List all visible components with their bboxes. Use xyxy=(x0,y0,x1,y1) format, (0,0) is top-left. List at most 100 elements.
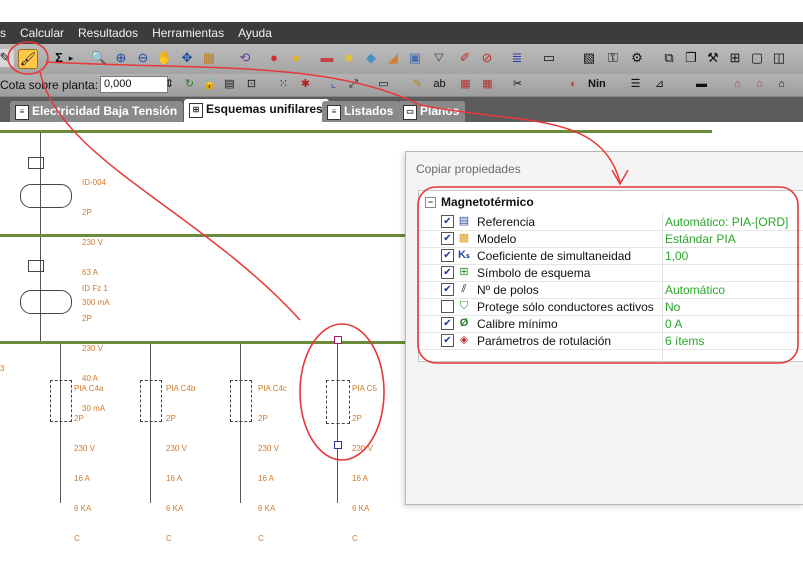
language-label[interactable]: Nin xyxy=(588,78,606,90)
layer-icon[interactable]: ▤ xyxy=(222,77,237,92)
house3-icon[interactable]: ⌂ xyxy=(774,77,789,92)
measure-icon[interactable]: ⊿ xyxy=(652,77,667,92)
zoom-in-icon[interactable]: ⊕ xyxy=(112,49,130,67)
note-icon[interactable]: ■ xyxy=(340,49,358,67)
partial-tool-icon[interactable]: ✎ xyxy=(0,49,14,67)
settings-icon[interactable]: ⚙ xyxy=(628,49,646,67)
partial-label: 3 xyxy=(0,364,5,373)
eraser-icon[interactable]: ▬ xyxy=(318,49,336,67)
circuit-line xyxy=(150,344,151,503)
frame2-icon[interactable]: ◫ xyxy=(770,49,788,67)
selection-handle-top[interactable] xyxy=(334,336,342,344)
label-line: ID Fz 1 xyxy=(82,284,108,293)
property-value[interactable]: 1,00 xyxy=(665,249,688,263)
property-value[interactable]: Estándar PIA xyxy=(665,232,736,246)
cube-icon[interactable]: ◆ xyxy=(362,49,380,67)
element-label: PIA C4c 2P 230 V 16 A 6 KA C xyxy=(258,364,287,564)
grid-icon[interactable]: ▧ xyxy=(580,49,598,67)
bug-icon[interactable]: ✱ xyxy=(298,77,313,92)
element-label: PIA C4b 2P 230 V 16 A 6 KA C xyxy=(166,364,195,564)
zoom-out-icon[interactable]: ⊖ xyxy=(134,49,152,67)
label-line: C xyxy=(352,534,358,543)
table-icon[interactable]: ⊞ xyxy=(726,49,744,67)
house2-icon[interactable]: ⌂ xyxy=(752,77,767,92)
property-value[interactable]: 0 A xyxy=(665,317,682,331)
property-value[interactable]: 6 ítems xyxy=(665,334,704,348)
property-checkbox[interactable]: ✔ xyxy=(441,215,454,228)
copy-window-icon[interactable]: ❐ xyxy=(682,49,700,67)
yellow-circle-icon[interactable]: ● xyxy=(287,49,305,67)
property-value[interactable]: No xyxy=(665,300,680,314)
arrow-right-small-icon[interactable]: ▸ xyxy=(66,49,76,67)
tab-electricidad[interactable]: ≡ Electricidad Baja Tensión xyxy=(10,101,184,122)
frame-icon[interactable]: ▢ xyxy=(748,49,766,67)
property-group-header[interactable]: − Magnetotérmico xyxy=(419,195,803,211)
rect-icon[interactable]: ▭ xyxy=(376,77,391,92)
label-line: PIA C4c xyxy=(258,384,287,393)
label-line: PIA C4a xyxy=(74,384,104,393)
property-checkbox[interactable] xyxy=(441,300,454,313)
paint-icon[interactable]: ◢ xyxy=(384,49,402,67)
main-toolbar: ✎ 🖌 Σ ▸ 🔍 ⊕ ⊖ ✋ ✥ ▦ ⟲ ● ● ▬ ■ ◆ ◢ ▣ ⛛ ✐ … xyxy=(0,44,803,75)
menu-item-partial[interactable]: s xyxy=(0,26,13,40)
red-circle-icon[interactable]: ● xyxy=(265,49,283,67)
layers-icon[interactable]: ≣ xyxy=(508,49,526,67)
chart-icon[interactable]: ⌞ xyxy=(326,77,341,92)
label-line: 6 KA xyxy=(166,504,184,513)
zoom-icon[interactable]: 🔍 xyxy=(90,49,108,67)
spinner-icon[interactable]: ⇕ xyxy=(162,77,177,92)
menu-item-ayuda[interactable]: Ayuda xyxy=(231,26,279,40)
pen-icon[interactable]: ✐ xyxy=(456,49,474,67)
property-value[interactable]: Automático: PIA-[ORD] xyxy=(665,215,788,229)
redraw-icon[interactable]: ⟲ xyxy=(236,49,254,67)
property-checkbox[interactable]: ✔ xyxy=(441,249,454,262)
window-select-icon[interactable]: ▦ xyxy=(200,49,218,67)
monitor-icon[interactable]: ▬ xyxy=(694,77,709,92)
dots-grid-icon[interactable]: ⁙ xyxy=(276,77,291,92)
magnet-icon[interactable]: ◐ xyxy=(566,77,581,92)
comment-icon[interactable]: ▭ xyxy=(540,49,558,67)
window-tile-icon[interactable]: ⧉ xyxy=(660,49,678,67)
tab-esquemas-unifilares[interactable]: ⊞ Esquemas unifilares xyxy=(184,99,329,122)
copy-properties-brush-icon[interactable]: 🖌 xyxy=(18,49,38,69)
cut-icon[interactable]: ✂ xyxy=(510,77,525,92)
key-icon[interactable]: ⚿ xyxy=(604,49,622,67)
lock-icon[interactable]: 🔒 xyxy=(202,77,217,92)
label-line: PIA C4b xyxy=(166,384,196,393)
edit-icon[interactable]: ✎ xyxy=(410,77,425,92)
snap-icon[interactable]: ⊡ xyxy=(244,77,259,92)
menu-item-herramientas[interactable]: Herramientas xyxy=(145,26,231,40)
filter-icon[interactable]: ⛛ xyxy=(430,49,448,67)
menu-item-calcular[interactable]: Calcular xyxy=(13,26,71,40)
property-checkbox[interactable]: ✔ xyxy=(441,334,454,347)
panel-icon[interactable]: ▣ xyxy=(406,49,424,67)
text-icon[interactable]: ab xyxy=(432,77,447,92)
house-icon[interactable]: ⌂ xyxy=(730,77,745,92)
zoom-extents-icon[interactable]: ✥ xyxy=(178,49,196,67)
property-checkbox[interactable]: ✔ xyxy=(441,317,454,330)
property-checkbox[interactable]: ✔ xyxy=(441,266,454,279)
pin-icon[interactable]: ⊘ xyxy=(478,49,496,67)
differential-switch-symbol xyxy=(28,157,44,169)
tab-planos[interactable]: ▭ Planos xyxy=(398,101,466,122)
tools-icon[interactable]: ⚒ xyxy=(704,49,722,67)
property-checkbox[interactable]: ✔ xyxy=(441,283,454,296)
property-checkbox[interactable]: ✔ xyxy=(441,232,454,245)
cota-input[interactable]: 0,000 xyxy=(100,76,168,93)
collapse-toggle-icon[interactable]: − xyxy=(425,197,436,208)
property-row: ✔ Ø Calibre mínimo 0 A xyxy=(419,315,803,333)
label-line: 16 A xyxy=(166,474,183,483)
arrows-icon[interactable]: ⤢ xyxy=(346,77,361,92)
select-red2-icon[interactable]: ▦ xyxy=(480,77,495,92)
menu-item-resultados[interactable]: Resultados xyxy=(71,26,145,40)
list-icon[interactable]: ☰ xyxy=(628,77,643,92)
refresh-icon[interactable]: ↻ xyxy=(182,77,197,92)
model-box-icon: ▩ xyxy=(458,232,470,244)
pan-hand-icon[interactable]: ✋ xyxy=(156,49,174,67)
top-strip xyxy=(0,0,803,22)
property-value[interactable]: Automático xyxy=(665,283,725,297)
document-icon: ≡ xyxy=(15,105,29,120)
tab-listados[interactable]: ≡ Listados xyxy=(322,101,400,122)
selection-handle-bottom[interactable] xyxy=(334,441,342,449)
select-red-icon[interactable]: ▦ xyxy=(458,77,473,92)
